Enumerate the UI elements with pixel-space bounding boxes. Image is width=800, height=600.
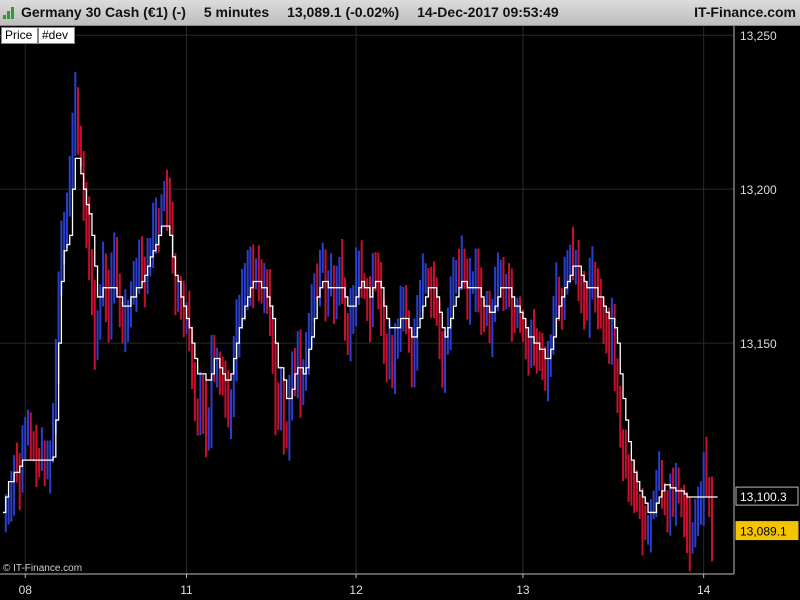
- x-tick-label: 12: [349, 583, 363, 597]
- y-tick-label: 13,150: [740, 337, 777, 351]
- copyright-text: © IT-Finance.com: [3, 563, 83, 574]
- quote-datetime: 14-Dec-2017 09:53:49: [417, 4, 559, 20]
- title-text: Germany 30 Cash (€1) (-) 5 minutes 13,08…: [21, 4, 573, 20]
- chart-bars-icon: [3, 7, 14, 19]
- tab-price[interactable]: Price: [1, 27, 38, 44]
- x-tick-label: 11: [180, 583, 193, 597]
- y-tick-label: 13,200: [740, 183, 777, 197]
- value-marker-label: 13,100.3: [740, 490, 787, 504]
- interval: 5 minutes: [203, 4, 270, 20]
- instrument-name: Germany 30 Cash (€1) (-): [21, 4, 186, 20]
- last-quote: 13,089.1 (-0.02%): [287, 4, 400, 20]
- y-tick-label: 13,250: [740, 29, 777, 43]
- x-tick-label: 13: [516, 583, 530, 597]
- price-chart[interactable]: 13,250 13,200 13,150 08 11 12 13 14 13,100.3 13,0…: [0, 26, 800, 600]
- site-name: IT-Finance.com: [694, 4, 796, 20]
- x-tick-label: 08: [19, 583, 33, 597]
- x-tick-label: 14: [697, 583, 711, 597]
- title-bar: Germany 30 Cash (€1) (-) 5 minutes 13,08…: [0, 0, 800, 26]
- value-marker-label: 13,089.1: [740, 525, 787, 539]
- tab-dev[interactable]: #dev: [38, 27, 75, 44]
